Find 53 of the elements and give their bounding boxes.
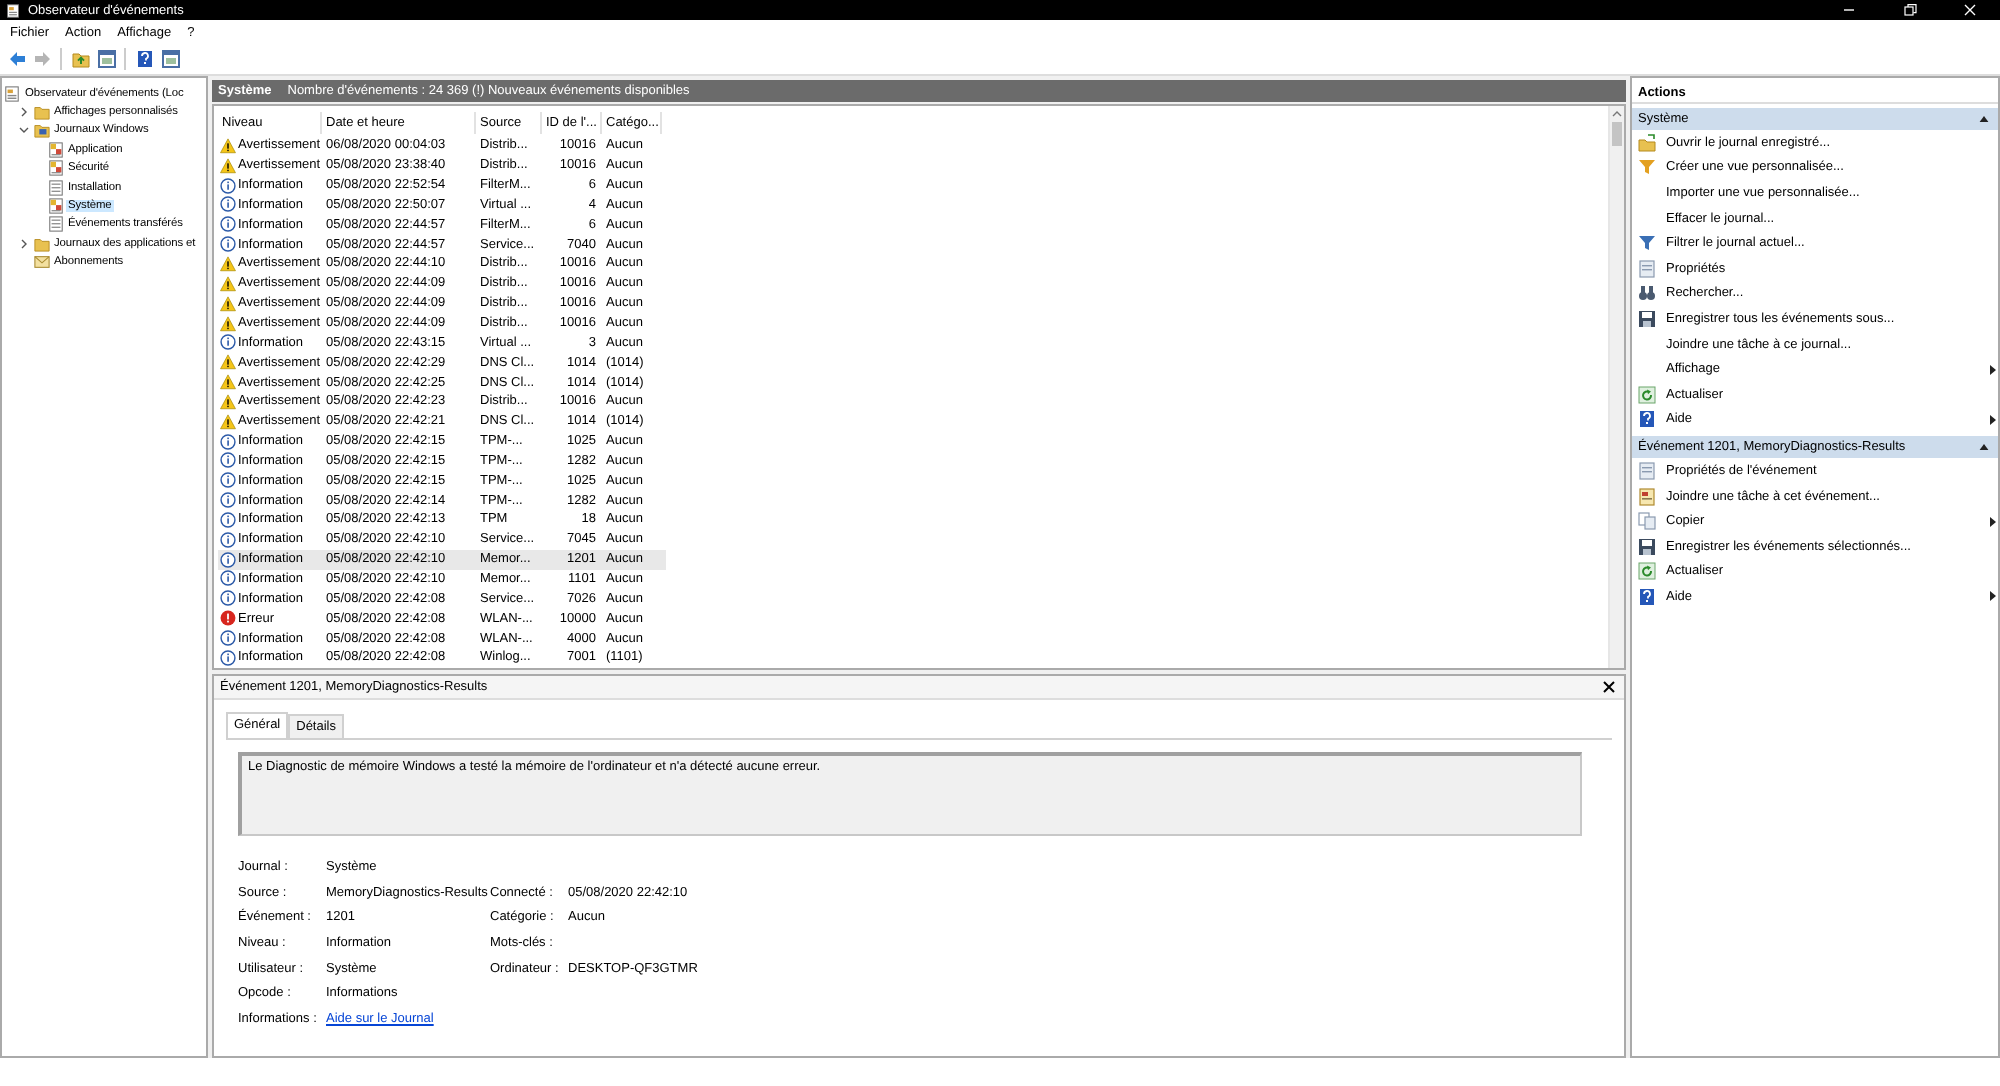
help-icon: [135, 50, 153, 68]
document-icon: [47, 179, 63, 196]
help-icon: [1638, 410, 1656, 429]
panel-icon: [161, 50, 179, 68]
folder-icon: [1638, 133, 1656, 152]
info-icon: [220, 236, 236, 253]
filter-icon: [1638, 158, 1656, 177]
info-icon: [220, 590, 236, 607]
properties-icon: [1638, 259, 1656, 278]
panel-icon: [97, 50, 115, 68]
refresh-icon: [1638, 385, 1656, 404]
warning-icon: [220, 354, 236, 371]
panel-button[interactable]: [158, 47, 182, 71]
warning-icon: [220, 413, 236, 430]
save-icon: [1638, 537, 1656, 556]
log-icon: [47, 198, 63, 215]
error-icon: [220, 610, 236, 627]
warning-icon: [220, 315, 236, 332]
folder-icon: [33, 235, 49, 252]
expand-chevron-icon[interactable]: [18, 237, 30, 250]
filter-icon: [1638, 234, 1656, 253]
collapse-chevron-icon[interactable]: [18, 124, 30, 137]
info-icon: [220, 531, 236, 548]
binoculars-icon: [1638, 284, 1656, 303]
subscription-icon: [33, 254, 49, 271]
copy-icon: [1638, 512, 1656, 531]
task-icon: [1638, 487, 1656, 506]
close-icon[interactable]: [1602, 680, 1616, 694]
warning-icon: [220, 255, 236, 272]
scroll-up-icon[interactable]: [1610, 106, 1624, 122]
save-icon: [1638, 309, 1656, 328]
scroll-thumb[interactable]: [1610, 122, 1624, 146]
warning-icon: [220, 295, 236, 312]
panel-button[interactable]: [94, 47, 118, 71]
properties-icon: [1638, 461, 1656, 480]
back-arrow-icon: [7, 50, 25, 68]
info-icon: [220, 334, 236, 351]
folder-icon: [71, 50, 89, 68]
help-icon: [1638, 587, 1656, 606]
warning-icon: [220, 157, 236, 174]
collapse-icon[interactable]: [1978, 442, 1990, 453]
forward-arrow-icon: [33, 50, 51, 68]
help-button[interactable]: [132, 47, 156, 71]
expand-chevron-icon[interactable]: [18, 106, 30, 119]
folder-button[interactable]: [68, 47, 92, 71]
collapse-icon[interactable]: [1978, 114, 1990, 124]
info-icon: [220, 216, 236, 233]
warning-icon: [220, 275, 236, 292]
warning-icon: [220, 137, 236, 154]
info-icon: [220, 472, 236, 489]
document-icon: [47, 216, 63, 233]
refresh-icon: [1638, 562, 1656, 581]
scrollbar[interactable]: [1608, 106, 1624, 668]
